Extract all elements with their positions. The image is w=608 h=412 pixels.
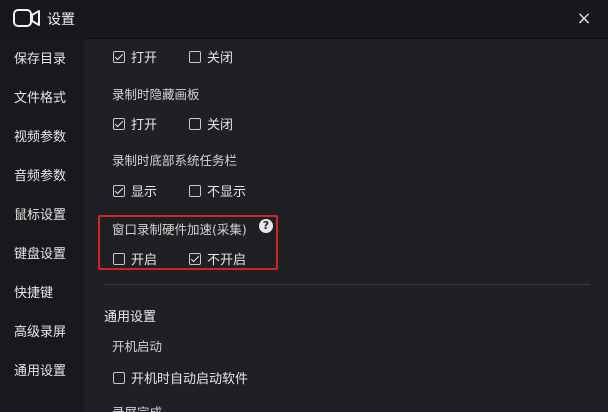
checkbox-box: [113, 252, 125, 265]
checkbox-box: [113, 50, 125, 63]
hw-accel-disable-checkbox[interactable]: 不开启: [189, 249, 246, 268]
taskbar-hide-checkbox[interactable]: 不显示: [189, 181, 246, 200]
close-icon: ×: [576, 7, 592, 29]
checkbox-box: [189, 184, 201, 197]
checkbox-box: [189, 117, 201, 130]
hide-panel-on-checkbox[interactable]: 打开: [113, 114, 157, 133]
sidebar-item-video-params[interactable]: 视频参数: [0, 124, 84, 152]
window-title: 设置: [47, 12, 75, 28]
checkbox-box: [189, 50, 201, 63]
startup-label: 开机启动: [112, 339, 163, 354]
taskbar-show-checkbox[interactable]: 显示: [113, 181, 157, 200]
sidebar-item-shortcuts[interactable]: 快捷键: [0, 280, 84, 308]
taskbar-label: 录制时底部系统任务栏: [112, 153, 238, 168]
checkbox-box: [113, 371, 125, 384]
sidebar-item-audio-params[interactable]: 音频参数: [0, 163, 84, 191]
video-camera-icon: [13, 9, 40, 27]
hide-panel-label: 录制时隐藏画板: [112, 87, 200, 102]
checkbox-box: [113, 184, 125, 197]
title-bar: 设置 ×: [0, 0, 608, 39]
general-section-title: 通用设置: [104, 310, 157, 325]
help-icon[interactable]: ?: [259, 219, 273, 233]
autostart-checkbox[interactable]: 开机时自动启动软件: [113, 368, 248, 387]
sidebar: 保存目录 文件格式 视频参数 音频参数 鼠标设置 键盘设置 快捷键 高级录屏 通…: [0, 38, 84, 412]
hide-panel-off-checkbox[interactable]: 关闭: [189, 114, 233, 133]
section-divider: [104, 284, 590, 285]
sidebar-item-mouse-settings[interactable]: 鼠标设置: [0, 202, 84, 230]
top-on-checkbox[interactable]: 打开: [113, 47, 157, 66]
hw-accel-label: 窗口录制硬件加速(采集): [112, 222, 247, 237]
sidebar-item-save-directory[interactable]: 保存目录: [0, 46, 84, 74]
sidebar-item-keyboard-settings[interactable]: 键盘设置: [0, 241, 84, 269]
checkbox-box: [113, 117, 125, 130]
sidebar-item-general-settings[interactable]: 通用设置: [0, 358, 84, 386]
hw-accel-enable-checkbox[interactable]: 开启: [113, 249, 157, 268]
sidebar-item-file-format[interactable]: 文件格式: [0, 85, 84, 113]
sidebar-item-advanced-recording[interactable]: 高级录屏: [0, 319, 84, 347]
top-off-checkbox[interactable]: 关闭: [189, 47, 233, 66]
settings-panel: 打开 关闭 录制时隐藏画板 打开 关闭 录制时底部系统任务栏 显示 不显示 窗口…: [84, 38, 608, 412]
record-done-label: 录屏完成: [112, 402, 162, 412]
close-button[interactable]: ×: [570, 4, 598, 32]
checkbox-box: [189, 252, 201, 265]
